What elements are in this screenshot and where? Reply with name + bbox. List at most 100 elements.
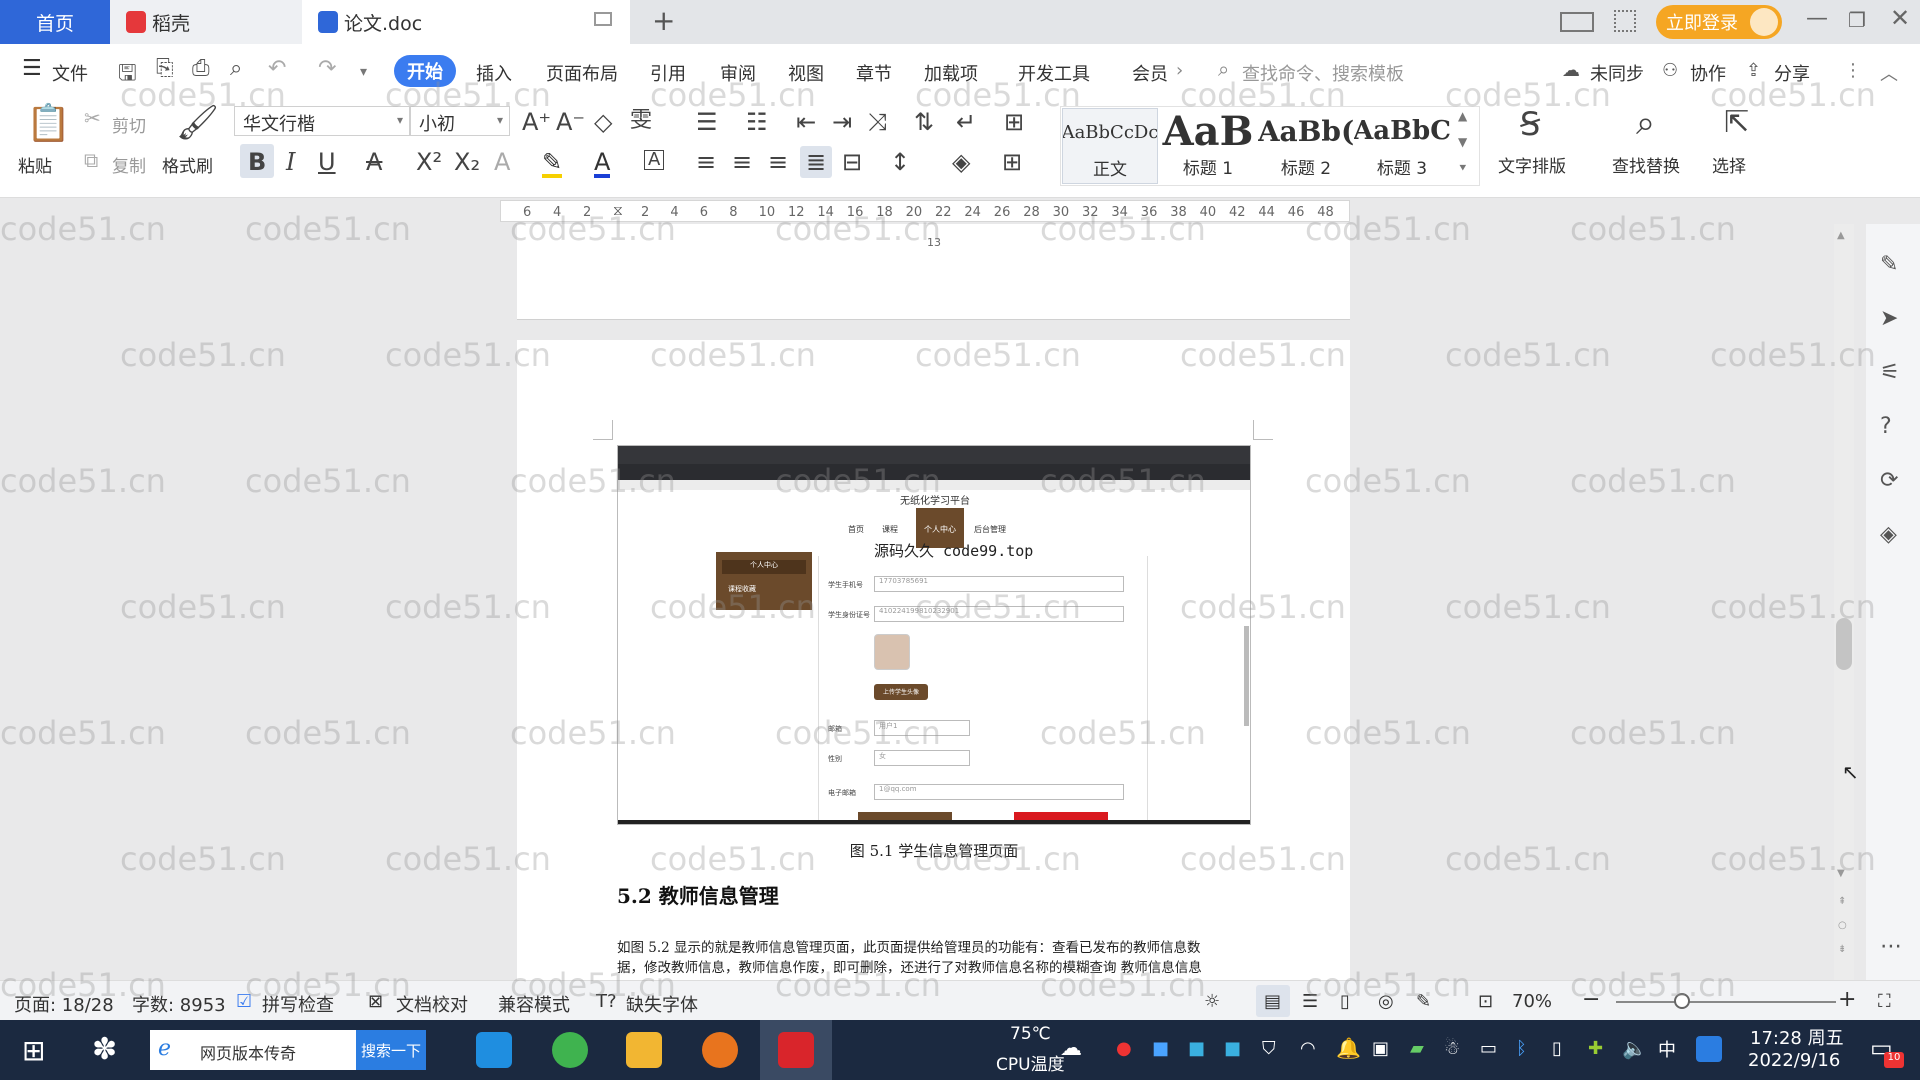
tray-app-icon[interactable]: ●	[1116, 1038, 1132, 1059]
align-left-icon[interactable]: ≡	[696, 150, 716, 174]
grow-font-icon[interactable]: A⁺	[522, 110, 551, 134]
text-layout-icon[interactable]: Ꞩ	[1520, 108, 1540, 140]
text-effect-icon[interactable]: A	[494, 150, 510, 174]
subscript-icon[interactable]: X₂	[454, 150, 480, 174]
file-explorer-icon[interactable]	[626, 1032, 662, 1068]
login-button[interactable]: 立即登录	[1656, 5, 1782, 39]
menu-addins[interactable]: 加载项	[924, 60, 978, 86]
tray-app-icon[interactable]: ▣	[1372, 1038, 1389, 1059]
borders-icon[interactable]: ⊞	[1002, 150, 1022, 174]
proofread-button[interactable]: 文档校对	[396, 991, 468, 1017]
highlight-icon[interactable]: ✎	[542, 150, 563, 178]
scroll-down-icon[interactable]: ▼	[1837, 868, 1845, 879]
export-icon[interactable]: ⎘	[156, 56, 174, 81]
outline-view-icon[interactable]: ☰	[1302, 991, 1318, 1012]
zoom-slider-track[interactable]	[1616, 1001, 1836, 1003]
clear-format-icon[interactable]: ◇	[594, 110, 612, 134]
sort-icon[interactable]: ⇅	[914, 110, 934, 134]
window-icon[interactable]	[594, 12, 612, 26]
more-icon[interactable]: ⋯	[1880, 934, 1906, 960]
print-icon[interactable]: ⎙	[192, 56, 210, 81]
phonetic-guide-icon[interactable]: 雯	[630, 110, 652, 132]
menu-references[interactable]: 引用	[650, 60, 686, 86]
settings-sliders-icon[interactable]: ⚟	[1880, 360, 1906, 386]
usb-icon[interactable]: ▯	[1552, 1038, 1562, 1059]
game-app-icon[interactable]	[702, 1032, 738, 1068]
zoom-out-icon[interactable]: −	[1582, 987, 1600, 1012]
undo-icon[interactable]: ↶	[268, 56, 286, 81]
chinese-layout-icon[interactable]: ⤨	[868, 110, 887, 134]
pointer-icon[interactable]: ➤	[1880, 306, 1906, 332]
restore-icon[interactable]: ❐	[1848, 8, 1866, 32]
missing-font-button[interactable]: 缺失字体	[626, 991, 698, 1017]
style-heading1[interactable]: AaB 标题 1	[1160, 108, 1256, 184]
style-heading3[interactable]: AaBbC 标题 3	[1354, 108, 1450, 184]
menu-developer[interactable]: 开发工具	[1018, 60, 1090, 86]
zoom-in-icon[interactable]: +	[1838, 987, 1856, 1012]
weather-icon[interactable]: ☁	[1060, 1036, 1082, 1061]
edit-pen-icon[interactable]: ✎	[1880, 252, 1906, 278]
numbered-list-icon[interactable]: ☷	[746, 110, 768, 134]
bluetooth-icon[interactable]: ᛒ	[1516, 1038, 1527, 1059]
fullscreen-icon[interactable]: ⛶	[1878, 991, 1891, 1012]
new-tab-button[interactable]: +	[652, 4, 675, 37]
align-center-icon[interactable]: ≡	[732, 150, 752, 174]
format-painter-label[interactable]: 格式刷	[162, 152, 213, 177]
backup-icon[interactable]: ⟳	[1880, 468, 1906, 494]
security-shield-icon[interactable]: ⛉	[1262, 1038, 1276, 1059]
windows-start-icon[interactable]: ⊞	[22, 1034, 45, 1067]
menu-review[interactable]: 审阅	[720, 60, 756, 86]
tab-daoke[interactable]: 稻壳	[110, 0, 302, 44]
font-name-select[interactable]: 华文行楷 ▾	[234, 106, 410, 136]
save-icon[interactable]: 🖫	[118, 56, 137, 94]
style-expand-icon[interactable]: ⯆	[1458, 162, 1468, 174]
collapse-ribbon-icon[interactable]: ︿	[1880, 60, 1898, 86]
style-scroll-up-icon[interactable]: ▲	[1458, 110, 1467, 122]
battery-icon[interactable]: ▭	[1480, 1038, 1497, 1059]
zoom-level[interactable]: 70%	[1512, 991, 1552, 1012]
font-size-select[interactable]: 小初 ▾	[410, 106, 510, 136]
tray-app-icon[interactable]: ■	[1224, 1038, 1241, 1059]
web-search-box[interactable]: ℯ 网页版本传奇	[150, 1030, 356, 1070]
command-search-input[interactable]: 查找命令、搜索模板	[1242, 60, 1404, 86]
tray-app-icon[interactable]: ■	[1152, 1038, 1169, 1059]
share-button[interactable]: 分享	[1774, 60, 1810, 86]
indent-marker-icon[interactable]: ⧖	[613, 203, 623, 219]
show-marks-icon[interactable]: ↵	[956, 110, 976, 134]
more-options-icon[interactable]: ⋮	[1844, 60, 1862, 81]
figure-image[interactable]: 无纸化学习平台 首页 课程 个人中心 后台管理 源码久久 code99.top …	[617, 445, 1251, 825]
tab-ruler-icon[interactable]: ⊞	[1004, 110, 1024, 134]
nvidia-icon[interactable]: ▰	[1410, 1038, 1424, 1059]
underline-icon[interactable]: U	[318, 150, 336, 174]
compass-icon[interactable]: ◈	[1880, 522, 1906, 548]
ie-browser-icon[interactable]	[476, 1032, 512, 1068]
minimize-icon[interactable]: —	[1806, 6, 1828, 31]
find-replace-button[interactable]: 查找替换	[1612, 152, 1680, 177]
text-layout-button[interactable]: 文字排版	[1498, 152, 1566, 177]
menu-insert[interactable]: 插入	[476, 60, 512, 86]
cut-button[interactable]: 剪切	[112, 112, 146, 137]
strikethrough-icon[interactable]: A	[366, 150, 382, 174]
scrollbar-thumb[interactable]	[1836, 618, 1852, 670]
write-view-icon[interactable]: ✎	[1416, 991, 1431, 1012]
wifi-icon[interactable]: ◠	[1300, 1038, 1316, 1059]
copy-button[interactable]: 复制	[112, 152, 146, 177]
font-color-icon[interactable]: A	[594, 150, 611, 178]
horizontal-ruler[interactable]: 6 4 2 ⧖ 2 4 6 8 10 12 14 16 18 20 22 24 26 28 30 32 34 36…	[500, 200, 1350, 222]
hamburger-icon[interactable]: ☰	[22, 56, 42, 81]
style-normal[interactable]: AaBbCcDc 正文	[1062, 108, 1158, 184]
distributed-icon[interactable]: ⊟	[842, 150, 862, 174]
menu-start[interactable]: 开始	[394, 55, 456, 87]
char-border-icon[interactable]: A	[644, 150, 665, 170]
read-view-icon[interactable]: ▯	[1340, 991, 1350, 1012]
decrease-indent-icon[interactable]: ⇤	[796, 110, 816, 134]
redo-icon[interactable]: ↷	[318, 56, 336, 81]
quick-access-dropdown-icon[interactable]: ▾	[360, 64, 367, 80]
style-heading2[interactable]: AaBb( 标题 2	[1258, 108, 1354, 184]
clock-date[interactable]: 2022/9/16	[1748, 1050, 1840, 1071]
shrink-font-icon[interactable]: A⁻	[556, 110, 585, 134]
bullet-list-icon[interactable]: ☰	[696, 110, 718, 134]
select-cursor-icon[interactable]: ⇱	[1724, 108, 1749, 138]
italic-icon[interactable]: I	[286, 150, 295, 174]
ime-indicator[interactable]: 中	[1658, 1036, 1676, 1062]
